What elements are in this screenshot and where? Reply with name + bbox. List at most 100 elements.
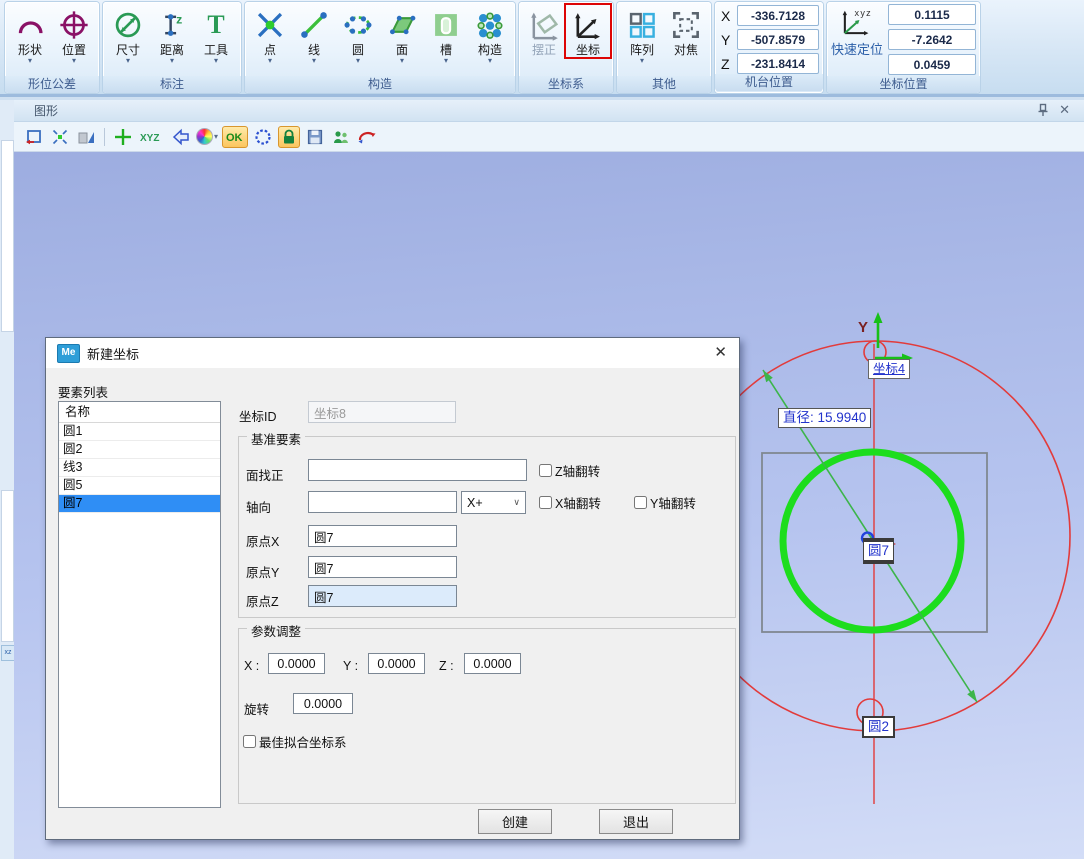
origin-z-input[interactable]: [308, 585, 457, 607]
flip-x-checkbox-input[interactable]: [539, 496, 552, 509]
best-fit-checkbox-input[interactable]: [243, 735, 256, 748]
diameter-dimension-icon: [113, 6, 143, 43]
position-button[interactable]: 位置 ▾: [52, 5, 96, 65]
best-fit-checkbox[interactable]: 最佳拟合坐标系: [243, 732, 347, 751]
coord-z-value: 0.0459: [888, 54, 976, 75]
axis-dir-input[interactable]: [308, 491, 457, 513]
list-item[interactable]: 圆1: [59, 423, 220, 441]
shape-button[interactable]: 形状 ▾: [8, 5, 52, 65]
construct-button[interactable]: 构造 ▾: [468, 5, 512, 65]
param-y-input[interactable]: [368, 653, 425, 674]
color-wheel-icon[interactable]: ▾: [196, 126, 218, 148]
dimension-button[interactable]: 尺寸 ▾: [106, 5, 150, 65]
arc-shape-icon: [15, 6, 45, 43]
param-z-label: Z :: [439, 659, 454, 673]
flip-z-checkbox-input[interactable]: [539, 464, 552, 477]
param-x-input[interactable]: [268, 653, 325, 674]
array-button[interactable]: 阵列 ▾: [620, 5, 664, 65]
ribbon-group-machine-position: X -336.7128 Y -507.8579 Z -231.8414 机台位置: [715, 2, 823, 93]
list-item[interactable]: 圆5: [59, 477, 220, 495]
align-axes-icon: [528, 6, 560, 43]
svg-text:XYZ: XYZ: [140, 133, 159, 144]
create-button[interactable]: 创建: [478, 809, 552, 834]
list-item[interactable]: 圆2: [59, 441, 220, 459]
point-icon: [255, 6, 285, 43]
flip-y-checkbox-input[interactable]: [634, 496, 647, 509]
zoom-extents-icon[interactable]: [49, 126, 71, 148]
axis-x-label: X: [721, 8, 737, 24]
y-axis-label: Y: [858, 319, 868, 336]
axis-direction-select[interactable]: X+ ∨: [461, 491, 526, 514]
pin-icon[interactable]: [1037, 103, 1049, 117]
param-y-label: Y :: [343, 659, 358, 673]
group-caption: 机台位置: [715, 74, 823, 91]
coordinate-axes-icon: [572, 6, 604, 43]
dock-tab[interactable]: [1, 140, 14, 332]
close-panel-icon[interactable]: ✕: [1059, 103, 1070, 117]
slot-button[interactable]: 槽 ▾: [424, 5, 468, 65]
param-z-input[interactable]: [464, 653, 521, 674]
origin-z-label: 原点Z: [246, 591, 279, 610]
add-point-icon[interactable]: [112, 126, 134, 148]
fit-region-icon[interactable]: [23, 126, 45, 148]
element-listbox[interactable]: 名称 圆1 圆2 线3 圆5 圆7: [58, 401, 221, 808]
dropdown-caret-icon: ▾: [356, 57, 360, 65]
circle-button[interactable]: 圆 ▾: [336, 5, 380, 65]
param-x-label: X :: [244, 659, 259, 673]
dropdown-caret-icon: ▾: [170, 57, 174, 65]
dock-xyz-icon[interactable]: xz: [1, 645, 15, 661]
coordinate-button[interactable]: 坐标: [566, 5, 610, 57]
dialog-titlebar[interactable]: Me 新建坐标 ✕: [46, 338, 739, 368]
lock-icon[interactable]: [278, 126, 300, 148]
dropdown-caret-icon: ▾: [214, 57, 218, 65]
flip-z-checkbox[interactable]: Z轴翻转: [539, 461, 600, 480]
point-button[interactable]: 点 ▾: [248, 5, 292, 65]
dialog-close-icon[interactable]: ✕: [714, 345, 727, 361]
diameter-arrowhead: [967, 690, 977, 702]
select-chevron-icon: ∨: [513, 497, 520, 508]
diameter-annotation: 直径: 15.9940: [778, 408, 871, 428]
tools-button[interactable]: T 工具 ▾: [194, 5, 238, 65]
align-button[interactable]: 摆正: [522, 5, 566, 57]
distance-button[interactable]: z 距离 ▾: [150, 5, 194, 65]
rotate-view-icon[interactable]: [356, 126, 378, 148]
flip-y-checkbox[interactable]: Y轴翻转: [634, 493, 696, 512]
new-coordinate-dialog: Me 新建坐标 ✕ 要素列表 名称 圆1 圆2 线3 圆5 圆7 坐标ID 基准…: [45, 337, 740, 840]
plane-button[interactable]: 面 ▾: [380, 5, 424, 65]
focus-button[interactable]: 对焦: [664, 5, 708, 57]
group-caption: 坐标位置: [827, 76, 980, 93]
exit-button[interactable]: 退出: [599, 809, 673, 834]
ok-confirm-button[interactable]: OK: [222, 126, 248, 148]
coord-id-label: 坐标ID: [239, 406, 277, 425]
coord4-feature-label[interactable]: 坐标4: [868, 359, 910, 379]
probe-users-icon[interactable]: [330, 126, 352, 148]
coord-id-input: [308, 401, 456, 423]
list-item-selected[interactable]: 圆7: [59, 495, 220, 513]
selection-circle-icon[interactable]: [252, 126, 274, 148]
list-header-name: 名称: [59, 402, 220, 423]
dropdown-caret-icon: ▾: [28, 57, 32, 65]
quick-locate-button[interactable]: xyz 快速定位: [831, 4, 883, 76]
origin-x-input[interactable]: [308, 525, 457, 547]
circle2-feature-label[interactable]: 圆2: [862, 716, 895, 738]
rotation-input[interactable]: [293, 693, 353, 714]
origin-y-input[interactable]: [308, 556, 457, 578]
flip-view-icon[interactable]: [75, 126, 97, 148]
save-icon[interactable]: [304, 126, 326, 148]
app-logo-icon: Me: [57, 344, 80, 363]
flip-x-checkbox[interactable]: X轴翻转: [539, 493, 601, 512]
y-axis-arrowhead: [874, 312, 883, 323]
line-button[interactable]: 线 ▾: [292, 5, 336, 65]
list-item[interactable]: 线3: [59, 459, 220, 477]
axis-dir-label: 轴向: [246, 497, 271, 516]
dock-tab[interactable]: [1, 490, 14, 642]
machine-y-value: -507.8579: [737, 29, 819, 50]
ribbon-group-form-tolerance: 形状 ▾ 位置 ▾ 形位公差: [5, 2, 99, 93]
coord-y-value: -7.2642: [888, 29, 976, 50]
undo-arrow-icon[interactable]: [170, 126, 192, 148]
circle7-feature-label[interactable]: 圆7: [863, 538, 894, 564]
xyz-display-icon[interactable]: XYZ: [138, 126, 166, 148]
coord-x-value: 0.1115: [888, 4, 976, 25]
app-window: { "ribbon": { "groups": [ {"label":"形位公差…: [0, 0, 1084, 859]
face-align-input[interactable]: [308, 459, 527, 481]
